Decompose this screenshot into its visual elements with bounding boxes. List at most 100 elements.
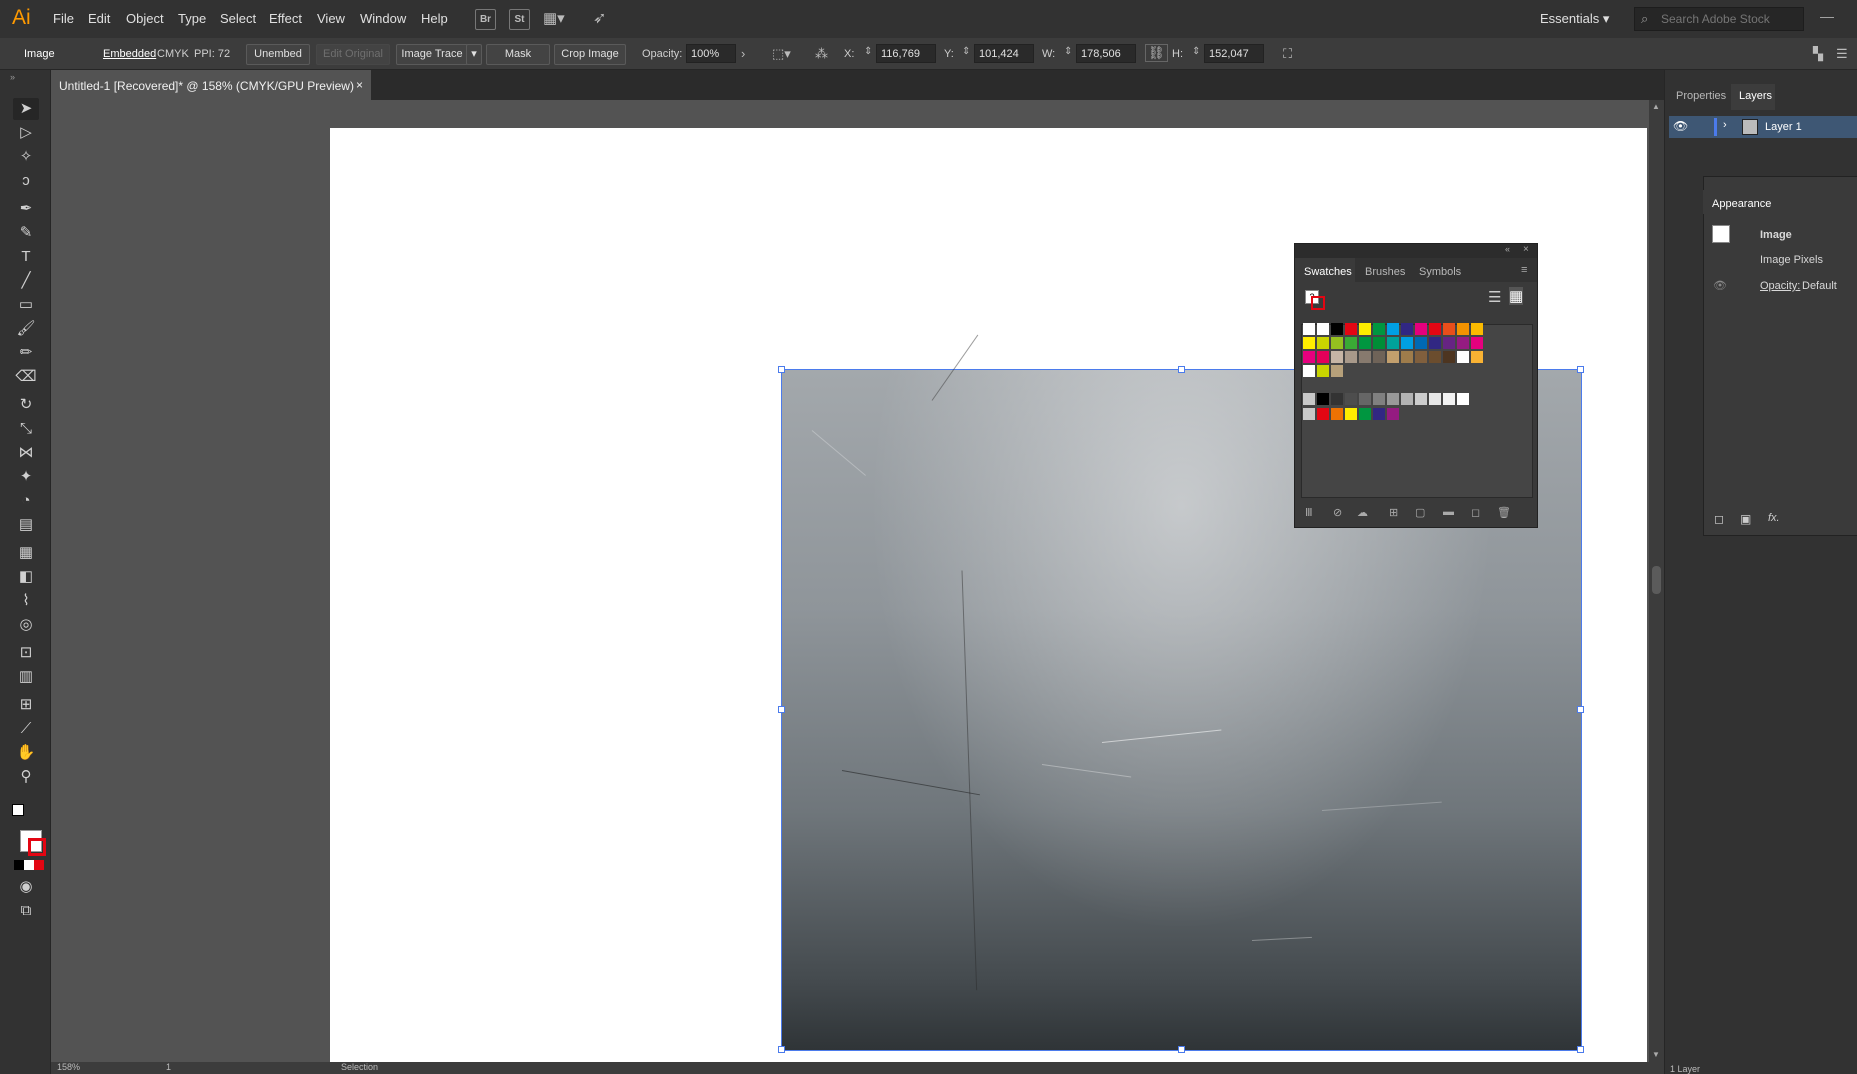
close-panel-icon[interactable]: × [1523,244,1529,255]
swatches-panel-titlebar[interactable]: « × [1295,244,1537,258]
color-swatch[interactable] [1457,337,1469,349]
color-swatch[interactable] [1387,351,1399,363]
resize-handle[interactable] [778,1046,785,1053]
color-swatch[interactable] [1373,323,1385,335]
color-swatch[interactable] [1415,323,1427,335]
color-swatch[interactable] [1471,351,1483,363]
color-swatch[interactable] [1415,393,1427,405]
pencil-tool-icon[interactable]: ✏ [13,342,39,364]
color-swatch[interactable] [1331,408,1343,420]
image-trace-dropdown[interactable]: ▾ [466,44,482,65]
color-swatch[interactable] [1317,351,1329,363]
color-swatch[interactable] [1345,337,1357,349]
panel-arrange-icon[interactable]: ▚ [1813,46,1823,62]
new-color-group-icon[interactable]: ▢ [1415,506,1425,519]
column-graph-tool-icon[interactable]: ▥ [13,666,39,688]
embedded-link[interactable]: Embedded [103,48,156,60]
close-document-icon[interactable]: × [356,78,363,92]
color-swatch[interactable] [1303,365,1315,377]
x-stepper-icon[interactable]: ⇕ [864,46,872,57]
color-swatch[interactable] [1457,323,1469,335]
opacity-visibility-icon[interactable]: 👁 [1713,279,1727,292]
edit-original-button[interactable]: Edit Original [316,44,390,65]
gradient-tool-icon[interactable]: ◧ [13,566,39,588]
menu-select[interactable]: Select [220,11,256,26]
stroke-swatch[interactable] [28,838,46,856]
resize-handle[interactable] [778,366,785,373]
swatch-libraries-icon[interactable]: Ⅲ [1305,506,1313,519]
color-swatch[interactable] [1317,337,1329,349]
color-swatch[interactable] [1429,337,1441,349]
document-tab[interactable]: Untitled-1 [Recovered]* @ 158% (CMYK/GPU… [51,70,371,100]
shape-builder-tool-icon[interactable]: ◔ [13,490,39,512]
color-swatch[interactable] [1331,337,1343,349]
color-swatch[interactable] [1471,337,1483,349]
tab-brushes[interactable]: Brushes [1365,266,1405,278]
opacity-field[interactable]: 100% [686,44,736,63]
color-swatch[interactable] [1373,337,1385,349]
pen-tool-icon[interactable]: ✒ [13,198,39,220]
symbol-sprayer-tool-icon[interactable]: ⊡ [13,642,39,664]
appearance-opacity-label[interactable]: Opacity: [1760,280,1800,292]
zoom-tool-icon[interactable]: ⚲ [13,766,39,788]
blend-tool-icon[interactable]: ◎ [13,614,39,636]
paintbrush-tool-icon[interactable]: 🖌 [13,318,39,340]
tab-properties[interactable]: Properties [1676,90,1726,102]
color-swatch[interactable] [1317,393,1329,405]
color-swatch[interactable] [1317,323,1329,335]
color-swatch[interactable] [1443,323,1455,335]
color-swatch[interactable] [1345,408,1357,420]
color-swatch[interactable] [1387,408,1399,420]
artboard-tool-icon[interactable]: ⊞ [13,694,39,716]
color-swatch[interactable] [1345,351,1357,363]
color-swatch[interactable] [1359,408,1371,420]
workspace-switcher[interactable]: Essentials ▾ [1540,11,1609,27]
opacity-chevron-icon[interactable]: › [741,46,745,61]
line-tool-icon[interactable]: ╱ [13,270,39,292]
curvature-tool-icon[interactable]: ✎ [13,222,39,244]
add-new-fill-icon[interactable]: ▣ [1740,512,1751,526]
color-swatch[interactable] [1401,351,1413,363]
color-swatch[interactable] [1331,323,1343,335]
color-swatch[interactable] [1457,351,1469,363]
hand-tool-icon[interactable]: ✋ [13,742,39,764]
y-field[interactable]: 101,424 mm [974,44,1034,79]
current-tool-status[interactable]: Selection [341,1062,378,1072]
add-new-stroke-icon[interactable]: ◻ [1714,512,1724,526]
default-fill-stroke-icon[interactable] [12,804,24,816]
add-to-library-icon[interactable]: ⊘ [1333,506,1342,519]
perspective-grid-tool-icon[interactable]: ▤ [13,514,39,536]
visibility-eye-icon[interactable]: 👁 [1673,119,1688,133]
menu-edit[interactable]: Edit [88,11,110,26]
h-field[interactable]: 152,047 mm [1204,44,1264,79]
gpu-performance-icon[interactable]: ➶ [593,8,606,28]
appearance-title[interactable]: Appearance [1712,198,1771,210]
menu-object[interactable]: Object [126,11,164,26]
stock-icon[interactable]: St [509,9,530,30]
color-swatch[interactable] [1359,351,1371,363]
resize-handle[interactable] [778,706,785,713]
bridge-icon[interactable]: Br [475,9,496,30]
color-swatch[interactable] [1303,393,1315,405]
swatch-options-icon[interactable]: ⊞ [1389,506,1398,519]
mesh-tool-icon[interactable]: ▦ [13,542,39,564]
w-field[interactable]: 178,506 mm [1076,44,1136,79]
constrain-proportions-icon[interactable]: ⛓ [1145,44,1168,62]
color-swatch[interactable] [1373,351,1385,363]
stock-search[interactable]: ⌕ [1634,7,1804,31]
color-swatch[interactable] [1331,351,1343,363]
width-tool-icon[interactable]: ⋈ [13,442,39,464]
type-tool-icon[interactable]: T [13,246,39,268]
zoom-level[interactable]: 158% [57,1062,80,1072]
menu-type[interactable]: Type [178,11,206,26]
color-swatch[interactable] [1345,323,1357,335]
mask-button[interactable]: Mask [486,44,550,65]
grid-view-icon[interactable]: ▦ [1509,287,1524,305]
menu-help[interactable]: Help [421,11,448,26]
color-swatch[interactable] [1387,337,1399,349]
lasso-tool-icon[interactable]: ↄ [13,170,39,192]
color-swatch[interactable] [1387,393,1399,405]
eyedropper-tool-icon[interactable]: ⌇ [13,590,39,612]
resize-handle[interactable] [1178,366,1185,373]
crop-image-button[interactable]: Crop Image [554,44,626,65]
